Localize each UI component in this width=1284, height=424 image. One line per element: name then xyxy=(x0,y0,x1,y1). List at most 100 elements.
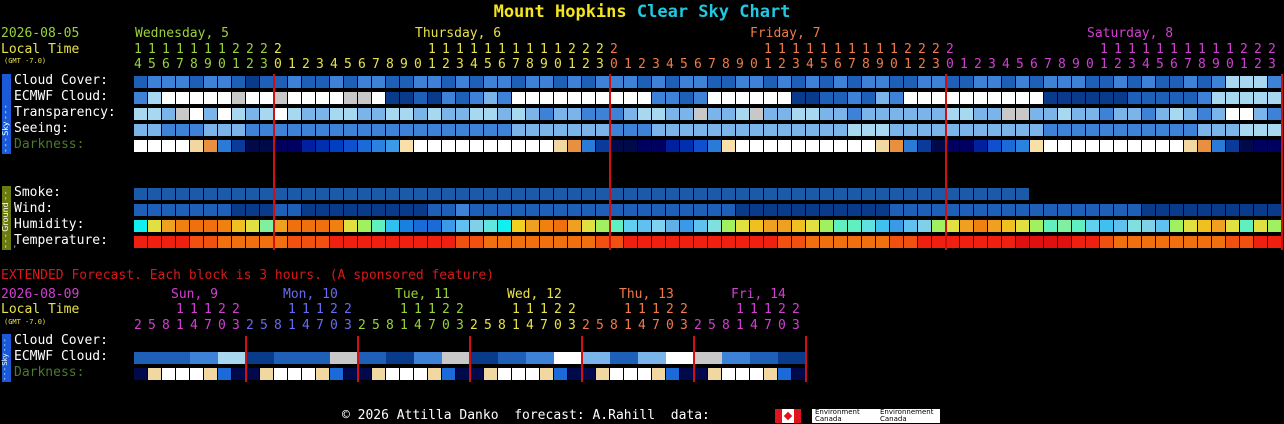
transparency-cell[interactable] xyxy=(806,108,819,120)
wind-cell[interactable] xyxy=(358,204,371,216)
temperature-cell[interactable] xyxy=(652,236,665,248)
wind-cell[interactable] xyxy=(288,204,301,216)
ecmwf-cloud-cell[interactable] xyxy=(946,92,959,104)
ext-darkness-cell[interactable] xyxy=(680,368,693,380)
smoke-cell[interactable] xyxy=(316,188,329,200)
ecmwf-cloud-cell[interactable] xyxy=(1226,92,1239,104)
humidity-cell[interactable] xyxy=(736,220,749,232)
humidity-cell[interactable] xyxy=(1058,220,1071,232)
cloud-cover-cell[interactable] xyxy=(148,76,161,88)
transparency-cell[interactable] xyxy=(232,108,245,120)
ecmwf-cloud-cell[interactable] xyxy=(218,92,231,104)
smoke-cell[interactable] xyxy=(918,188,931,200)
humidity-cell[interactable] xyxy=(176,220,189,232)
seeing-cell[interactable] xyxy=(974,124,987,136)
ext-darkness-cell[interactable] xyxy=(218,368,231,380)
smoke-cell[interactable] xyxy=(596,188,609,200)
seeing-cell[interactable] xyxy=(806,124,819,136)
darkness-cell[interactable] xyxy=(610,140,623,152)
cloud-cover-cell[interactable] xyxy=(722,76,735,88)
ext-ecmwf-cell[interactable] xyxy=(736,352,750,364)
transparency-cell[interactable] xyxy=(134,108,147,120)
ext-darkness-cell[interactable] xyxy=(386,368,399,380)
wind-cell[interactable] xyxy=(1002,204,1015,216)
smoke-cell[interactable] xyxy=(1016,188,1029,200)
ext-darkness-cell[interactable] xyxy=(260,368,273,380)
ext-ecmwf-cell[interactable] xyxy=(652,352,666,364)
darkness-cell[interactable] xyxy=(526,140,539,152)
humidity-cell[interactable] xyxy=(372,220,385,232)
wind-cell[interactable] xyxy=(596,204,609,216)
canada-flag-icon[interactable] xyxy=(775,409,801,423)
transparency-cell[interactable] xyxy=(1198,108,1211,120)
ext-darkness-cell[interactable] xyxy=(498,368,511,380)
temperature-cell[interactable] xyxy=(162,236,175,248)
ecmwf-cloud-cell[interactable] xyxy=(134,92,147,104)
ext-darkness-cell[interactable] xyxy=(456,368,469,380)
smoke-cell[interactable] xyxy=(722,188,735,200)
wind-cell[interactable] xyxy=(540,204,553,216)
seeing-cell[interactable] xyxy=(442,124,455,136)
wind-cell[interactable] xyxy=(568,204,581,216)
cloud-cover-cell[interactable] xyxy=(456,76,469,88)
temperature-cell[interactable] xyxy=(344,236,357,248)
humidity-cell[interactable] xyxy=(428,220,441,232)
ecmwf-cloud-cell[interactable] xyxy=(960,92,973,104)
humidity-cell[interactable] xyxy=(932,220,945,232)
ext-darkness-cell[interactable] xyxy=(750,368,763,380)
ext-darkness-cell[interactable] xyxy=(554,368,567,380)
cloud-cover-cell[interactable] xyxy=(1184,76,1197,88)
temperature-cell[interactable] xyxy=(1016,236,1029,248)
humidity-cell[interactable] xyxy=(218,220,231,232)
humidity-cell[interactable] xyxy=(806,220,819,232)
humidity-cell[interactable] xyxy=(344,220,357,232)
cloud-cover-cell[interactable] xyxy=(946,76,959,88)
ext-darkness-cell[interactable] xyxy=(778,368,791,380)
ecmwf-cloud-cell[interactable] xyxy=(344,92,357,104)
humidity-cell[interactable] xyxy=(722,220,735,232)
temperature-cell[interactable] xyxy=(1086,236,1099,248)
ecmwf-cloud-cell[interactable] xyxy=(1086,92,1099,104)
ext-ecmwf-cell[interactable] xyxy=(498,352,512,364)
wind-cell[interactable] xyxy=(246,204,259,216)
darkness-cell[interactable] xyxy=(428,140,441,152)
temperature-cell[interactable] xyxy=(694,236,707,248)
ext-ecmwf-cell[interactable] xyxy=(274,352,288,364)
seeing-cell[interactable] xyxy=(358,124,371,136)
transparency-cell[interactable] xyxy=(610,108,623,120)
seeing-cell[interactable] xyxy=(694,124,707,136)
transparency-cell[interactable] xyxy=(596,108,609,120)
humidity-cell[interactable] xyxy=(946,220,959,232)
darkness-cell[interactable] xyxy=(540,140,553,152)
seeing-cell[interactable] xyxy=(680,124,693,136)
seeing-cell[interactable] xyxy=(232,124,245,136)
temperature-cell[interactable] xyxy=(1170,236,1183,248)
ecmwf-cloud-cell[interactable] xyxy=(862,92,875,104)
cloud-cover-cell[interactable] xyxy=(176,76,189,88)
wind-cell[interactable] xyxy=(890,204,903,216)
ext-ecmwf-cell[interactable] xyxy=(484,352,498,364)
ext-darkness-cell[interactable] xyxy=(596,368,609,380)
humidity-cell[interactable] xyxy=(596,220,609,232)
smoke-cell[interactable] xyxy=(834,188,847,200)
humidity-cell[interactable] xyxy=(1072,220,1085,232)
ecmwf-cloud-cell[interactable] xyxy=(1142,92,1155,104)
transparency-cell[interactable] xyxy=(736,108,749,120)
humidity-cell[interactable] xyxy=(694,220,707,232)
transparency-cell[interactable] xyxy=(386,108,399,120)
cloud-cover-cell[interactable] xyxy=(1156,76,1169,88)
temperature-cell[interactable] xyxy=(1100,236,1113,248)
smoke-cell[interactable] xyxy=(624,188,637,200)
temperature-cell[interactable] xyxy=(358,236,371,248)
ecmwf-cloud-cell[interactable] xyxy=(204,92,217,104)
ecmwf-cloud-cell[interactable] xyxy=(1128,92,1141,104)
ecmwf-cloud-cell[interactable] xyxy=(638,92,651,104)
temperature-cell[interactable] xyxy=(932,236,945,248)
humidity-cell[interactable] xyxy=(876,220,889,232)
transparency-cell[interactable] xyxy=(820,108,833,120)
darkness-cell[interactable] xyxy=(470,140,483,152)
cloud-cover-cell[interactable] xyxy=(610,76,623,88)
humidity-cell[interactable] xyxy=(1016,220,1029,232)
cloud-cover-cell[interactable] xyxy=(274,76,287,88)
darkness-cell[interactable] xyxy=(666,140,679,152)
